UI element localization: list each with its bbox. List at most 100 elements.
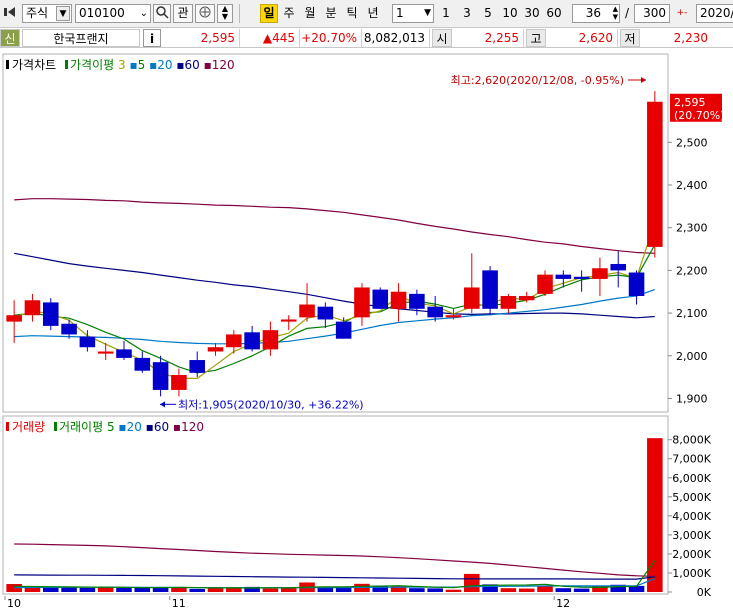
volume-tick-label: 2,000K xyxy=(672,548,711,561)
vma120-line xyxy=(14,543,655,577)
updown-stepper[interactable]: ▲ ▼ xyxy=(217,4,233,23)
interval-5-button[interactable]: 5 xyxy=(480,4,496,23)
volume-bar xyxy=(79,587,96,592)
interval-30-button[interactable]: 30 xyxy=(522,4,542,23)
interval-3-button[interactable]: 3 xyxy=(459,4,475,23)
zoom-icon[interactable]: +- xyxy=(672,4,692,23)
candle-body xyxy=(24,300,41,316)
candle-body xyxy=(647,101,663,247)
slash-separator: / xyxy=(624,6,630,20)
volume-bar xyxy=(537,585,553,592)
period-tab-tick[interactable]: 틱 xyxy=(343,4,361,23)
candle-body xyxy=(171,374,187,390)
candle-body xyxy=(409,293,425,309)
volume-chart[interactable]: 8,000K 7,000K 6,000K 5,000K 4,000K 3,000K 2,00… xyxy=(0,414,733,596)
trade-volume: 8,082,013 xyxy=(362,29,430,47)
count-value: 36 xyxy=(585,6,601,20)
price-chart[interactable]: 2,500 2,400 2,300 2,200 2,100 2,000 1,900 2,595… xyxy=(0,52,733,414)
period-tab-minute[interactable]: 분 xyxy=(322,4,340,23)
candle-body xyxy=(6,315,22,322)
low-label: 저 xyxy=(620,29,640,47)
vma60-line xyxy=(14,574,655,580)
open-price: 2,255 xyxy=(454,29,524,47)
period-tab-day[interactable]: 일 xyxy=(260,4,278,23)
x-axis: 10 11 12 xyxy=(4,596,570,610)
volume-bar xyxy=(500,588,517,592)
count-stepper[interactable]: 36 ▲ ▼ xyxy=(572,4,620,23)
current-price: 2,595 xyxy=(164,29,240,47)
period-tab-year[interactable]: 년 xyxy=(364,4,382,23)
search-icon[interactable] xyxy=(153,4,171,23)
market-select[interactable]: 주식 ▼ xyxy=(22,4,72,23)
volume-tick-label: 6,000K xyxy=(672,472,711,485)
price-plot-frame xyxy=(2,53,669,413)
open-label: 시 xyxy=(432,29,452,47)
candle-body xyxy=(299,304,315,318)
candle-body xyxy=(555,274,572,279)
price-tick-label: 2,500 xyxy=(676,136,708,149)
x-tick-label: 10 xyxy=(7,597,21,610)
interval-1-button[interactable]: 1 xyxy=(438,4,454,23)
candle-body xyxy=(482,270,498,309)
volume-bar xyxy=(427,588,443,592)
current-rate-label: (20.70%) xyxy=(674,109,725,122)
candle-body xyxy=(573,276,590,279)
candle-body xyxy=(97,351,114,354)
volume-bar xyxy=(518,588,535,592)
vma5-line xyxy=(14,560,656,589)
volume-tick-label: 5,000K xyxy=(672,491,711,504)
candle-body xyxy=(354,287,370,318)
ma3-line xyxy=(14,221,656,379)
toolbar: 주식 ▼ 010100 ⌄ 관 ▲ ▼ 일 주 월 분 틱 년 1 ▼ 1 3 5… xyxy=(0,0,733,28)
menu-icon[interactable] xyxy=(2,4,20,23)
candle-body xyxy=(628,272,645,296)
volume-bar xyxy=(445,589,462,592)
interval-select[interactable]: 1 ▼ xyxy=(392,4,434,23)
ma20-line xyxy=(14,289,655,345)
price-pane: 가격차트 가격이평 3 ▪5 ▪20 ▪60 ▪120 2,500 2,400 2,… xyxy=(0,52,733,414)
candle-body xyxy=(317,306,334,320)
volume-tick-label: 3,000K xyxy=(672,529,711,542)
stock-code-value: 010100 xyxy=(79,6,125,20)
candle-body xyxy=(335,321,352,339)
candle-body xyxy=(189,360,205,373)
volume-tick-label: 1,000K xyxy=(672,567,711,580)
price-tick-label: 2,000 xyxy=(676,350,708,363)
candle-body xyxy=(280,319,297,322)
low-annotation-arrowhead xyxy=(160,401,165,408)
link-icon[interactable] xyxy=(195,4,215,23)
candle-body xyxy=(244,332,260,350)
favorite-button[interactable]: 관 xyxy=(173,4,193,23)
volume-bar xyxy=(555,588,572,592)
volume-tick-label: 7,000K xyxy=(672,453,711,466)
candle-body xyxy=(427,306,443,318)
date-field[interactable]: 2020/ xyxy=(696,4,733,23)
volume-bar xyxy=(464,573,480,592)
volume-bar xyxy=(116,588,132,592)
stock-code-input[interactable]: 010100 ⌄ xyxy=(75,4,151,23)
candle-body xyxy=(79,336,96,348)
current-price-tag: 2,595(20.70%) xyxy=(670,93,725,122)
period-tab-week[interactable]: 주 xyxy=(280,4,298,23)
period-tab-month[interactable]: 월 xyxy=(301,4,319,23)
low-price: 2,230 xyxy=(673,31,708,45)
total-count-field[interactable]: 300 xyxy=(634,4,670,23)
x-tick-label: 12 xyxy=(556,597,570,610)
price-tick-label: 2,400 xyxy=(676,179,708,192)
interval-60-button[interactable]: 60 xyxy=(544,4,564,23)
candle-body xyxy=(610,263,627,271)
candle-body xyxy=(445,315,462,318)
chevron-down-icon: ▼ xyxy=(424,8,431,18)
candle-body xyxy=(592,268,608,279)
candle-body xyxy=(226,334,242,348)
price-tick-label: 2,100 xyxy=(676,307,708,320)
candle-body xyxy=(537,274,553,294)
high-annotation: 최고:2,620(2020/12/08, -0.95%) xyxy=(451,74,624,87)
status-badge: 신 xyxy=(0,29,20,47)
interval-10-button[interactable]: 10 xyxy=(500,4,520,23)
volume-pane: 거래량 거래이평 5 ▪20 ▪60 ▪120 8,000K 7,000K 6,00… xyxy=(0,414,733,596)
stock-name: 한국프랜지 xyxy=(22,29,140,47)
volume-bar xyxy=(207,588,224,592)
price-tick-label: 1,900 xyxy=(676,392,708,405)
info-button[interactable]: i xyxy=(143,29,161,47)
